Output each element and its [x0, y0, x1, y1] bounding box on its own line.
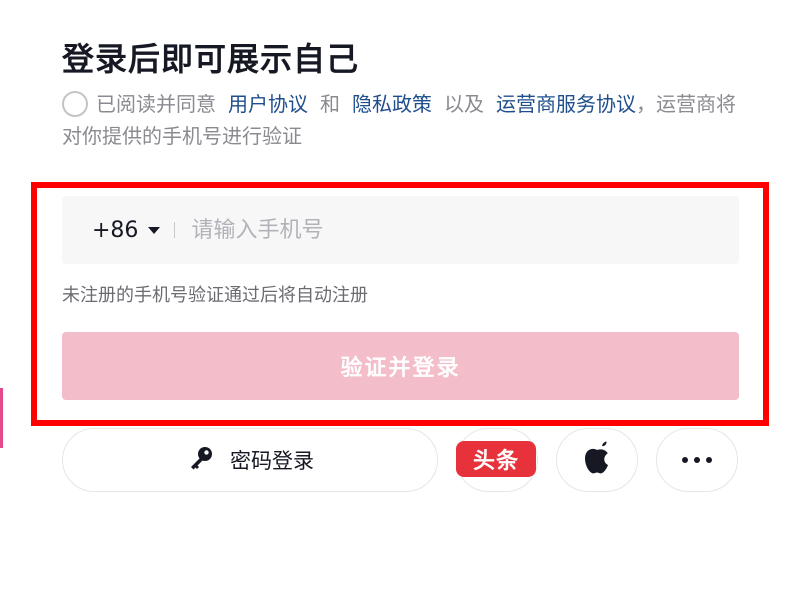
login-page: 登录后即可展示自己 已阅读并同意 用户协议和隐私政策 以及 运营商服务协议，运营商将对…: [0, 0, 800, 600]
password-login-label: 密码登录: [230, 449, 314, 473]
carrier-agreement-link[interactable]: 运营商服务协议: [496, 92, 636, 116]
auto-register-hint: 未注册的手机号验证通过后将自动注册: [62, 285, 368, 306]
agreement-and: 和: [320, 92, 340, 116]
verify-login-button[interactable]: 验证并登录: [62, 332, 739, 400]
more-icon: [682, 457, 712, 463]
phone-input[interactable]: [189, 195, 739, 265]
key-icon: [186, 443, 216, 477]
phone-field: +86: [62, 195, 739, 265]
edge-accent: [0, 388, 3, 448]
agreement-prefix: 已阅读并同意: [96, 92, 216, 116]
agreement-text: 已阅读并同意 用户协议和隐私政策 以及 运营商服务协议，运营商将对你提供的手机号进行验…: [62, 88, 742, 152]
user-agreement-link[interactable]: 用户协议: [228, 92, 308, 116]
country-code-selector[interactable]: +86: [62, 217, 161, 243]
agreement-also: 以及: [444, 92, 484, 116]
more-login-options-button[interactable]: [656, 428, 738, 492]
toutiao-logo[interactable]: 头条: [456, 441, 536, 477]
apple-login-button[interactable]: [556, 428, 638, 492]
agree-radio[interactable]: [62, 91, 88, 117]
chevron-down-icon: [148, 226, 161, 234]
country-code: +86: [92, 217, 139, 243]
password-login-button[interactable]: 密码登录: [62, 428, 438, 492]
field-divider: [174, 222, 176, 238]
privacy-policy-link[interactable]: 隐私政策: [352, 92, 432, 116]
page-title: 登录后即可展示自己: [62, 40, 360, 78]
apple-icon: [582, 441, 612, 479]
